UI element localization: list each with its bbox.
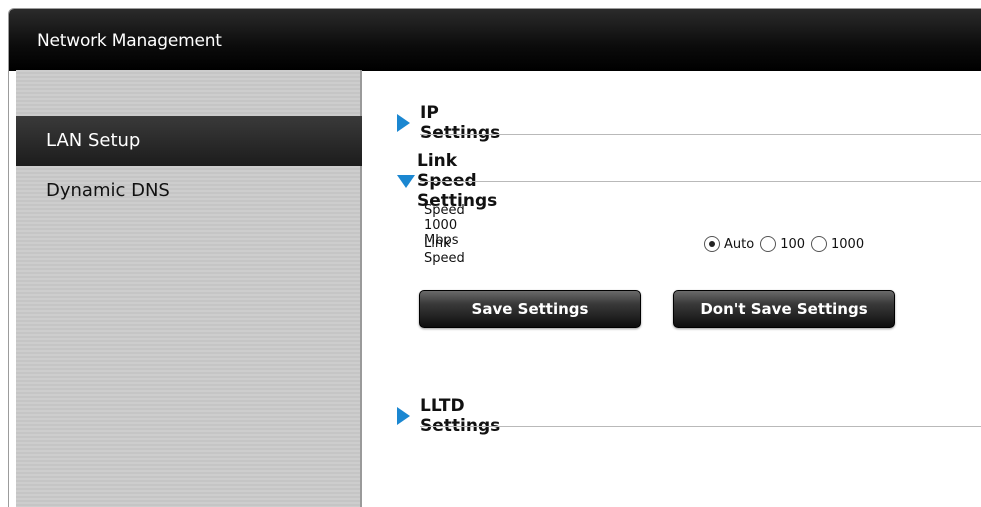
section-title: IP Settings	[420, 103, 501, 143]
sidebar: LAN Setup Dynamic DNS	[16, 70, 362, 507]
radio-label-1000: 1000	[831, 236, 865, 252]
link-speed-radio-group: Auto 100 1000	[704, 236, 870, 252]
expand-arrow-icon	[397, 114, 410, 132]
sidebar-item-lan-setup[interactable]: LAN Setup	[16, 116, 362, 166]
section-ip-settings[interactable]: IP Settings	[397, 103, 500, 143]
sidebar-item-label: Dynamic DNS	[46, 180, 170, 201]
radio-100[interactable]	[760, 236, 777, 252]
radio-auto[interactable]	[704, 236, 720, 252]
title-bar: Network Management	[9, 9, 981, 71]
dont-save-settings-button[interactable]: Don't Save Settings	[673, 290, 895, 328]
save-settings-button[interactable]: Save Settings	[419, 290, 641, 328]
section-divider	[420, 426, 981, 427]
radio-label-100: 100	[780, 236, 806, 252]
radio-label-auto: Auto	[724, 236, 755, 252]
radio-1000[interactable]	[811, 236, 828, 252]
sidebar-item-label: LAN Setup	[46, 130, 141, 151]
section-divider	[420, 134, 981, 135]
section-lltd-settings[interactable]: LLTD Settings	[397, 396, 500, 436]
link-speed-label: Link Speed	[424, 236, 465, 266]
section-divider	[420, 181, 981, 182]
expand-arrow-icon	[397, 407, 410, 425]
collapse-arrow-icon	[397, 174, 415, 188]
sidebar-item-dynamic-dns[interactable]: Dynamic DNS	[16, 166, 362, 216]
section-title: LLTD Settings	[420, 396, 501, 436]
window-title: Network Management	[37, 31, 222, 51]
